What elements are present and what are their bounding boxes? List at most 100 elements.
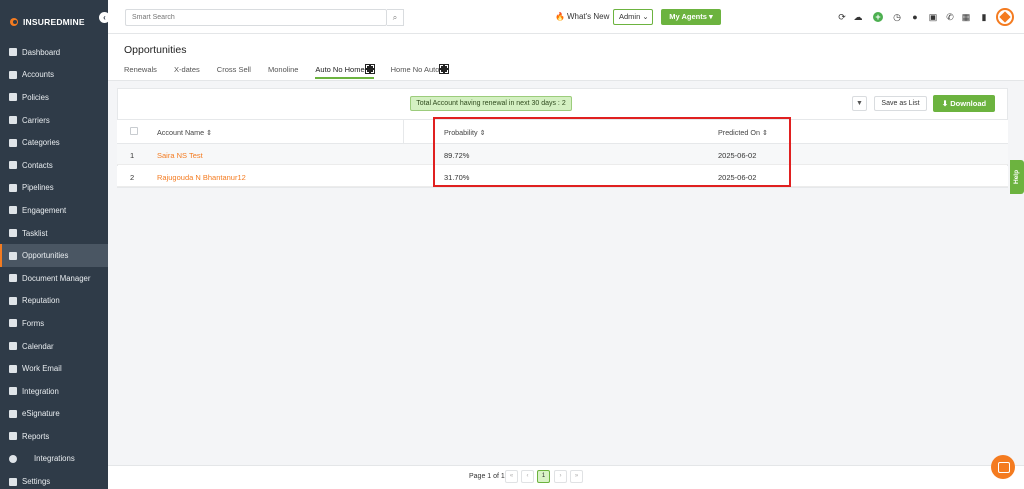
row-index: 2: [130, 173, 135, 182]
mail-icon: [9, 364, 17, 373]
sidebar-nav: Dashboard Accounts Policies Carriers Cat…: [0, 41, 108, 489]
whats-new-label: What's New: [566, 12, 610, 21]
chat-launcher-icon[interactable]: [991, 455, 1015, 479]
mobile-icon[interactable]: ▮: [979, 12, 989, 22]
my-agents-button[interactable]: My Agents ▾: [661, 9, 721, 25]
sidebar-item-label: Pipelines: [22, 183, 54, 193]
tab-x-dates[interactable]: X-dates: [174, 62, 200, 79]
page-title: Opportunities: [124, 44, 187, 56]
first-page-button[interactable]: «: [505, 470, 518, 483]
smart-search-input[interactable]: [125, 9, 387, 26]
sidebar-item-label: Settings: [22, 477, 51, 487]
megaphone-icon: [9, 387, 17, 396]
whats-new-link[interactable]: 🔥 What's New: [555, 12, 609, 21]
prev-page-button[interactable]: ‹: [521, 470, 534, 483]
flame-icon: 🔥: [555, 12, 565, 21]
forms-icon: [9, 319, 17, 328]
sidebar-item-work-email[interactable]: Work Email: [0, 357, 108, 380]
sidebar-item-label: Reputation: [22, 296, 60, 306]
tab-auto-no-home[interactable]: Auto No Home: [315, 62, 375, 79]
tab-label: Home No Auto: [390, 65, 440, 74]
select-all-checkbox[interactable]: [130, 127, 138, 135]
sidebar-item-categories[interactable]: Categories: [0, 131, 108, 154]
avatar[interactable]: [996, 8, 1014, 26]
tab-home-no-auto[interactable]: Home No Auto: [390, 62, 450, 79]
sidebar-item-label: Tasklist: [22, 228, 48, 238]
account-name-link[interactable]: Saira NS Test: [157, 151, 203, 160]
sidebar-item-label: Policies: [22, 92, 49, 102]
filter-icon[interactable]: ▼: [852, 96, 867, 111]
clock-icon[interactable]: ◷: [892, 12, 902, 22]
last-page-button[interactable]: »: [570, 470, 583, 483]
tab-label: Auto No Home: [315, 65, 365, 74]
sidebar-item-document-manager[interactable]: Document Manager: [0, 267, 108, 290]
sidebar-item-label: Categories: [22, 138, 60, 148]
device-icon[interactable]: ▣: [928, 12, 938, 22]
megaphone-icon: [9, 206, 17, 215]
sidebar-item-label: Integrations: [34, 454, 75, 464]
phone-icon[interactable]: ✆: [945, 12, 955, 22]
sidebar-item-engagement[interactable]: Engagement: [0, 199, 108, 222]
download-icon: ⬇: [941, 99, 949, 108]
sidebar-item-integrations[interactable]: Integrations: [0, 448, 108, 471]
download-label: Download: [950, 99, 987, 108]
sidebar-item-tasklist[interactable]: Tasklist: [0, 222, 108, 245]
tab-label: Monoline: [267, 65, 299, 74]
sidebar-item-esignature[interactable]: eSignature: [0, 403, 108, 426]
account-name-link[interactable]: Rajugouda N Bhantanur12: [157, 173, 246, 182]
gears-icon: [9, 454, 17, 463]
insuredmine-logo[interactable]: INSUREDMINE: [10, 17, 85, 27]
folder-icon: [9, 274, 17, 283]
sidebar-item-label: Contacts: [22, 160, 53, 170]
sidebar-item-pipelines[interactable]: Pipelines: [0, 177, 108, 200]
save-as-list-button[interactable]: Save as List: [874, 96, 927, 111]
page-indicator: Page 1 of 1: [469, 473, 505, 480]
renewal-count-banner: Total Account having renewal in next 30 …: [410, 96, 572, 111]
sidebar-item-label: Document Manager: [22, 273, 91, 283]
add-icon[interactable]: +: [873, 12, 883, 22]
sidebar-item-label: Carriers: [22, 115, 50, 125]
help-tab[interactable]: Help: [1010, 160, 1024, 194]
sidebar-item-settings[interactable]: Settings: [0, 470, 108, 489]
notification-icon[interactable]: ●: [910, 12, 920, 22]
cloud-icon[interactable]: ☁: [853, 12, 863, 22]
chevron-down-icon: ▾: [708, 12, 713, 21]
tab-cross-sell[interactable]: Cross Sell: [217, 62, 251, 79]
sidebar-item-carriers[interactable]: Carriers: [0, 109, 108, 132]
sidebar-item-label: eSignature: [22, 409, 60, 419]
sync-icon[interactable]: ⟳: [837, 12, 847, 22]
sidebar-item-forms[interactable]: Forms: [0, 312, 108, 335]
sidebar-item-label: Engagement: [22, 205, 67, 215]
brand-name: INSUREDMINE: [23, 17, 85, 27]
sidebar-item-policies[interactable]: Policies: [0, 86, 108, 109]
next-page-button[interactable]: ›: [554, 470, 567, 483]
column-header-account-name[interactable]: Account Name ⇕: [157, 128, 212, 137]
sidebar-item-accounts[interactable]: Accounts: [0, 64, 108, 87]
admin-dropdown[interactable]: Admin ⌄: [613, 9, 653, 25]
chip-icon[interactable]: ▦: [961, 12, 971, 22]
contacts-icon: [9, 161, 17, 170]
search-icon[interactable]: ⌕: [387, 9, 404, 26]
sidebar-item-integration[interactable]: Integration: [0, 380, 108, 403]
sidebar-item-dashboard[interactable]: Dashboard: [0, 41, 108, 64]
tab-monoline[interactable]: Monoline: [268, 62, 298, 79]
pipelines-icon: [9, 183, 17, 192]
policies-icon: [9, 93, 17, 102]
sidebar-item-reports[interactable]: Reports: [0, 425, 108, 448]
signature-icon: [9, 409, 17, 418]
sidebar-item-calendar[interactable]: Calendar: [0, 335, 108, 358]
tab-renewals[interactable]: Renewals: [124, 62, 157, 79]
sidebar-item-opportunities[interactable]: Opportunities: [0, 244, 108, 267]
sidebar-item-label: Reports: [22, 431, 50, 441]
sidebar-item-label: Opportunities: [22, 251, 69, 261]
page-number-button[interactable]: 1: [537, 470, 550, 483]
chevron-down-icon: ⌄: [642, 12, 649, 21]
sidebar-item-reputation[interactable]: Reputation: [0, 290, 108, 313]
column-label: Account Name: [157, 128, 205, 137]
sidebar-item-label: Calendar: [22, 341, 54, 351]
download-button[interactable]: ⬇ Download: [933, 95, 995, 112]
sidebar-item-label: Forms: [22, 318, 45, 328]
help-label: Help: [1013, 169, 1020, 185]
sort-icon: ⇕: [206, 128, 213, 137]
sidebar-item-contacts[interactable]: Contacts: [0, 154, 108, 177]
